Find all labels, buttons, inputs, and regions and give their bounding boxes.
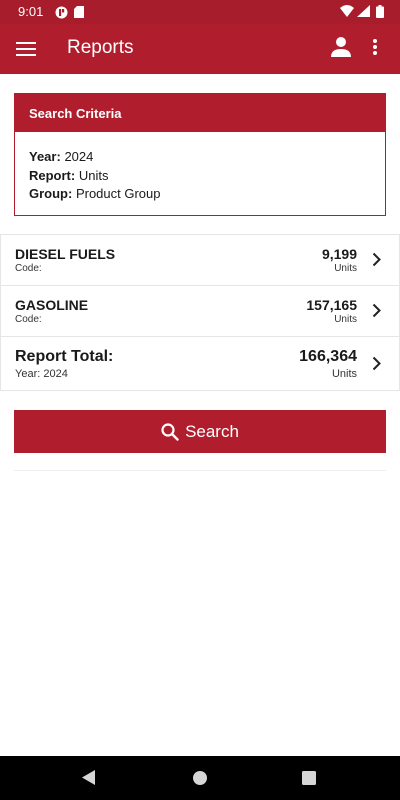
report-total-row[interactable]: Report Total: Year: 2024 166,364 Units	[0, 337, 400, 391]
more-vert-icon[interactable]	[372, 37, 378, 57]
item-unit: Units	[334, 314, 357, 325]
account-icon[interactable]	[330, 36, 352, 58]
criteria-group-value: Product Group	[75, 186, 161, 201]
search-criteria-title: Search Criteria	[15, 94, 385, 132]
app-bar: Reports	[0, 24, 400, 74]
home-icon[interactable]	[193, 771, 207, 785]
criteria-year-value: 2024	[64, 149, 94, 164]
chevron-right-icon	[372, 252, 381, 267]
wifi-icon	[340, 5, 354, 17]
total-unit: Units	[331, 368, 357, 380]
criteria-year-label: Year:	[29, 149, 61, 164]
total-label: Report Total:	[15, 348, 114, 365]
list-item[interactable]: GASOLINE Code: 157,165 Units	[0, 286, 400, 337]
criteria-group-label: Group:	[29, 186, 73, 201]
search-icon	[161, 422, 179, 441]
criteria-year: Year: 2024	[29, 148, 385, 167]
sd-card-icon	[74, 6, 84, 18]
item-name: GASOLINE	[15, 297, 89, 313]
criteria-report: Report: Units	[29, 167, 385, 186]
item-name: DIESEL FUELS	[15, 246, 116, 262]
signal-icon	[357, 5, 370, 17]
chevron-right-icon	[372, 356, 381, 371]
criteria-group: Group: Product Group	[29, 185, 385, 204]
item-unit: Units	[334, 263, 357, 274]
divider	[14, 470, 386, 471]
total-year: Year: 2024	[15, 368, 68, 380]
status-bar: 9:01	[0, 0, 400, 24]
criteria-report-label: Report:	[29, 167, 76, 183]
item-code: Code:	[15, 263, 42, 274]
notification-badge-icon	[55, 6, 68, 19]
item-code: Code:	[15, 314, 42, 325]
search-criteria-card: Search Criteria Year: 2024 Report: Units…	[14, 93, 386, 216]
recents-icon[interactable]	[302, 771, 316, 785]
search-button-label: Search	[185, 421, 239, 441]
chevron-right-icon	[372, 303, 381, 318]
search-criteria-body: Year: 2024 Report: Units Group: Product …	[15, 132, 385, 204]
item-value: 9,199	[321, 246, 357, 262]
back-icon[interactable]	[82, 770, 96, 785]
total-value: 166,364	[299, 348, 357, 365]
battery-icon	[376, 5, 384, 18]
results-list: DIESEL FUELS Code: 9,199 Units GASOLINE …	[0, 234, 400, 391]
menu-icon[interactable]	[16, 40, 36, 58]
page-title: Reports	[67, 37, 134, 58]
search-button[interactable]: Search	[14, 410, 386, 453]
status-time: 9:01	[18, 4, 44, 19]
criteria-report-value: Units	[78, 167, 109, 183]
item-value: 157,165	[306, 297, 357, 313]
system-nav-bar	[0, 756, 400, 800]
list-item[interactable]: DIESEL FUELS Code: 9,199 Units	[0, 235, 400, 286]
